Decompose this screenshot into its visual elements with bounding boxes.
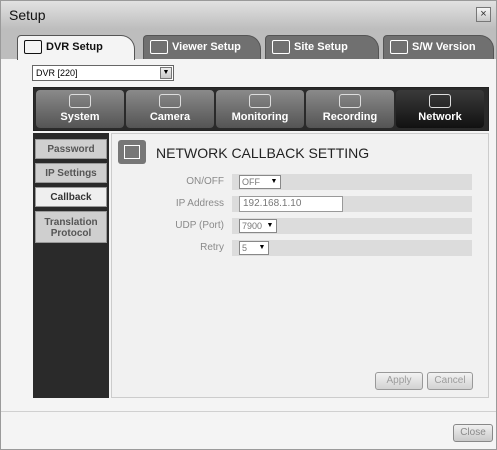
sidebar-item-password[interactable]: Password [35, 139, 107, 159]
chevron-down-icon[interactable]: ▼ [160, 67, 172, 79]
setup-window: Setup × DVR Setup Viewer Setup Site Setu… [0, 0, 497, 450]
sidebar-item-callback[interactable]: Callback [35, 187, 107, 207]
category-monitoring[interactable]: Monitoring [216, 90, 304, 128]
network-icon [429, 94, 451, 108]
recording-icon [339, 94, 361, 108]
tab-label: Viewer Setup [172, 41, 241, 53]
retry-value: 5 [242, 243, 248, 253]
title-bar: Setup × [1, 1, 496, 29]
udp-port-select[interactable]: 7900 ▼ [239, 219, 277, 233]
onoff-label: ON/OFF [186, 176, 224, 187]
close-icon[interactable]: × [476, 7, 491, 22]
page-title: NETWORK CALLBACK SETTING [156, 145, 370, 161]
tab-viewer-setup[interactable]: Viewer Setup [143, 35, 261, 59]
ip-address-label: IP Address [175, 198, 224, 209]
sidebar-item-ip-settings[interactable]: IP Settings [35, 163, 107, 183]
sidebar-item-translation-protocol[interactable]: Translation Protocol [35, 211, 107, 243]
window-title: Setup [9, 7, 46, 23]
sidebar: Password IP Settings Callback Translatio… [33, 133, 109, 398]
camera-icon [159, 94, 181, 108]
onoff-value: OFF [242, 177, 260, 187]
udp-port-label: UDP (Port) [175, 220, 224, 231]
category-camera[interactable]: Camera [126, 90, 214, 128]
category-network[interactable]: Network [396, 90, 484, 128]
callback-panel: NETWORK CALLBACK SETTING ON/OFF OFF ▼ IP… [111, 133, 489, 398]
udp-port-value: 7900 [242, 221, 263, 231]
dvr-icon [24, 40, 42, 54]
viewer-icon [150, 40, 168, 54]
globe-icon [272, 40, 290, 54]
close-button[interactable]: Close [453, 424, 493, 442]
tab-bar: DVR Setup Viewer Setup Site Setup S/W Ve… [1, 29, 496, 60]
divider [1, 411, 496, 412]
category-label: Monitoring [231, 111, 289, 123]
info-icon [390, 40, 408, 54]
tab-label: Site Setup [294, 41, 348, 53]
ip-address-field[interactable]: 192.168.1.10 [239, 196, 343, 212]
tab-site-setup[interactable]: Site Setup [265, 35, 379, 59]
retry-label: Retry [200, 242, 224, 253]
dvr-select-value: DVR [220] [36, 68, 78, 78]
chevron-down-icon[interactable]: ▼ [269, 177, 279, 187]
category-label: Camera [149, 111, 191, 123]
category-label: System [60, 111, 100, 123]
category-bar: System Camera Monitoring Recording Netwo… [33, 87, 489, 131]
tab-dvr-setup[interactable]: DVR Setup [17, 35, 135, 60]
apply-button[interactable]: Apply [375, 372, 423, 390]
network-icon [118, 140, 146, 164]
dvr-select[interactable]: DVR [220] ▼ [32, 65, 174, 81]
monitor-icon [249, 94, 271, 108]
retry-select[interactable]: 5 ▼ [239, 241, 269, 255]
onoff-select[interactable]: OFF ▼ [239, 175, 281, 189]
tab-sw-version[interactable]: S/W Version [383, 35, 494, 59]
tab-label: S/W Version [412, 41, 476, 53]
cancel-button[interactable]: Cancel [427, 372, 473, 390]
chevron-down-icon[interactable]: ▼ [257, 243, 267, 253]
chevron-down-icon[interactable]: ▼ [265, 221, 275, 231]
tab-label: DVR Setup [46, 41, 103, 53]
system-icon [69, 94, 91, 108]
category-system[interactable]: System [36, 90, 124, 128]
category-label: Network [418, 111, 462, 123]
category-label: Recording [322, 111, 378, 123]
category-recording[interactable]: Recording [306, 90, 394, 128]
